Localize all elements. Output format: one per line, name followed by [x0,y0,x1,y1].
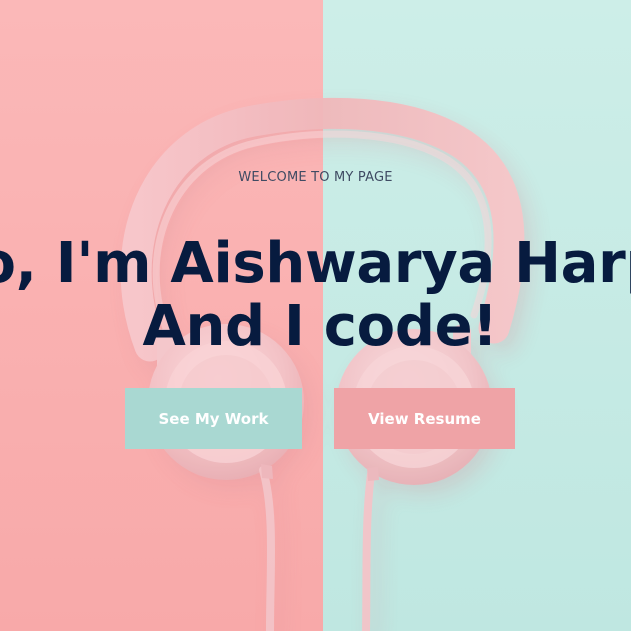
view-resume-button[interactable]: View Resume [334,388,515,449]
welcome-text: WELCOME TO MY PAGE [238,170,393,185]
hero-headline: Hello, I'm Aishwarya Harpale! And I code… [0,232,631,358]
see-my-work-button[interactable]: See My Work [125,388,302,449]
hero-section: WELCOME TO MY PAGE Hello, I'm Aishwarya … [0,0,631,631]
headline-line-2: And I code! [142,293,498,359]
headline-line-1: Hello, I'm Aishwarya Harpale! [0,230,631,296]
hero-content: WELCOME TO MY PAGE Hello, I'm Aishwarya … [0,0,631,631]
